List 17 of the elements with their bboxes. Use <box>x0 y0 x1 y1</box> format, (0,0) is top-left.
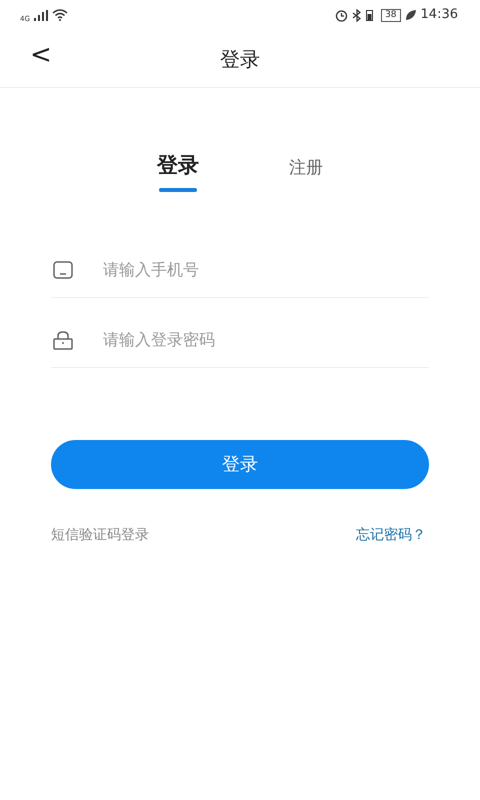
tab[interactable]: 注册 <box>289 156 323 192</box>
phone-icon <box>53 260 73 280</box>
sms-login-link[interactable]: 短信验证码登录 <box>51 524 149 546</box>
forgot-password-link[interactable]: 忘记密码？ <box>356 524 426 546</box>
alarm-icon <box>335 8 348 22</box>
login-button[interactable]: 登录 <box>51 440 429 488</box>
battery-level: 38 <box>381 8 401 22</box>
wifi-icon <box>52 9 68 21</box>
signal-icon <box>34 10 48 20</box>
back-button[interactable]: < <box>26 42 56 68</box>
battery-small-icon <box>366 9 374 21</box>
leaf-icon <box>404 9 417 21</box>
page-title: 登录 <box>220 46 260 72</box>
status-time: 14:36 <box>420 6 458 24</box>
tab[interactable]: 登录 <box>157 150 199 192</box>
bluetooth-icon <box>352 8 362 22</box>
lock-icon <box>53 330 73 350</box>
